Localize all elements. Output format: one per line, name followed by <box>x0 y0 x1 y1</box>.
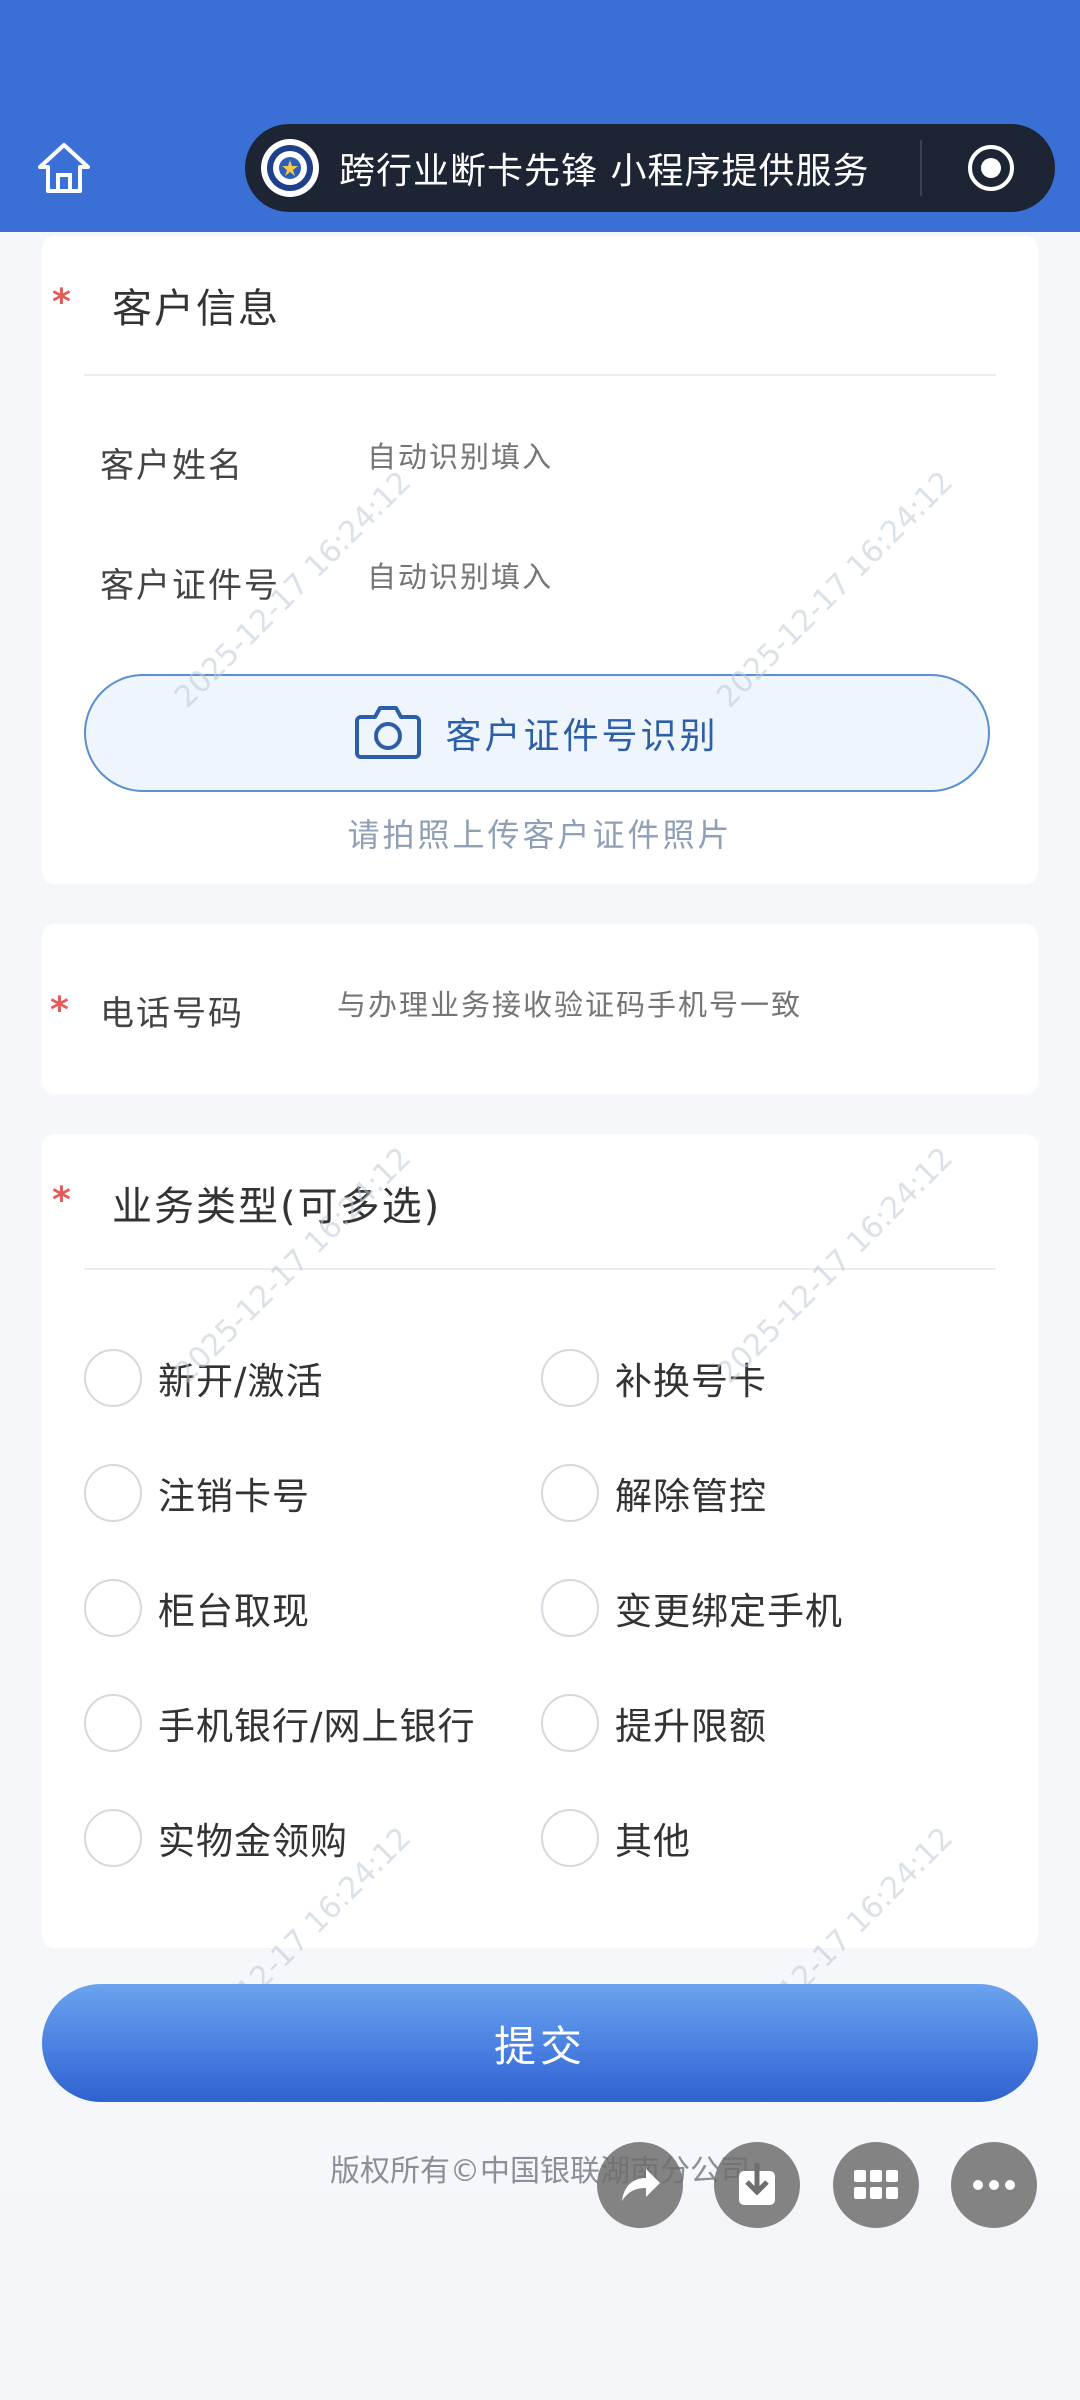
business-type-card: * 业务类型(可多选) 新开/激活 补换号卡 注销卡号 解除管控 柜台取现 变更… <box>42 1134 1038 1948</box>
section-title-customer-info: 客户信息 <box>112 286 280 332</box>
divider <box>84 1268 996 1270</box>
checkbox[interactable] <box>84 1579 142 1637</box>
customer-name-input[interactable] <box>367 442 967 475</box>
option-label: 补换号卡 <box>615 1360 767 1403</box>
option-counter-withdraw[interactable]: 柜台取现 <box>84 1576 310 1640</box>
checkbox[interactable] <box>541 1579 599 1637</box>
id-recognition-label: 客户证件号识别 <box>445 716 719 757</box>
checkbox[interactable] <box>84 1464 142 1522</box>
required-mark: * <box>52 282 71 323</box>
grid-menu-icon[interactable] <box>833 2142 919 2228</box>
option-label: 柜台取现 <box>158 1590 310 1633</box>
id-recognition-button[interactable]: 客户证件号识别 <box>84 674 990 792</box>
option-label: 解除管控 <box>615 1475 767 1518</box>
checkbox[interactable] <box>541 1809 599 1867</box>
option-label: 手机银行/网上银行 <box>158 1705 476 1748</box>
option-mobile-online-banking[interactable]: 手机银行/网上银行 <box>84 1691 475 1755</box>
option-new-activate[interactable]: 新开/激活 <box>84 1346 323 1410</box>
app-header: 跨行业断卡先锋 小程序提供服务 <box>0 0 1080 232</box>
option-label: 其他 <box>615 1820 691 1863</box>
option-raise-limit[interactable]: 提升限额 <box>541 1691 767 1755</box>
checkbox[interactable] <box>541 1349 599 1407</box>
upload-hint: 请拍照上传客户证件照片 <box>347 816 733 854</box>
mini-program-name: 跨行业断卡先锋 小程序提供服务 <box>339 151 870 192</box>
required-mark: * <box>52 1180 71 1221</box>
camera-icon <box>355 703 422 763</box>
option-change-phone[interactable]: 变更绑定手机 <box>541 1576 843 1640</box>
capsule-divider <box>920 140 922 196</box>
checkbox[interactable] <box>84 1694 142 1752</box>
police-badge-logo <box>261 139 319 197</box>
checkbox[interactable] <box>541 1464 599 1522</box>
more-icon[interactable] <box>951 2142 1037 2228</box>
customer-id-label: 客户证件号 <box>100 566 280 606</box>
option-cancel-card[interactable]: 注销卡号 <box>84 1461 310 1525</box>
option-replace-card[interactable]: 补换号卡 <box>541 1346 767 1410</box>
phone-input[interactable] <box>337 990 1017 1023</box>
required-mark: * <box>50 990 69 1031</box>
bottom-area <box>0 2192 1080 2400</box>
download-icon[interactable] <box>714 2142 800 2228</box>
option-label: 实物金领购 <box>158 1820 348 1863</box>
checkbox[interactable] <box>84 1349 142 1407</box>
share-icon[interactable] <box>597 2142 683 2228</box>
close-target-icon[interactable] <box>963 140 1019 196</box>
option-lift-control[interactable]: 解除管控 <box>541 1461 767 1525</box>
checkbox[interactable] <box>84 1809 142 1867</box>
divider <box>84 374 996 376</box>
home-icon[interactable] <box>30 136 98 200</box>
section-title-business-type: 业务类型(可多选) <box>112 1184 442 1230</box>
phone-card: * 电话号码 <box>42 924 1038 1094</box>
customer-info-card: * 客户信息 客户姓名 客户证件号 客户证件号识别 请拍照上传客户证件照片 <box>42 236 1038 884</box>
customer-name-label: 客户姓名 <box>100 446 244 486</box>
mini-program-capsule[interactable]: 跨行业断卡先锋 小程序提供服务 <box>245 124 1055 212</box>
option-label: 新开/激活 <box>158 1360 324 1403</box>
customer-id-input[interactable] <box>367 562 967 595</box>
option-label: 注销卡号 <box>158 1475 310 1518</box>
option-label: 变更绑定手机 <box>615 1590 843 1633</box>
checkbox[interactable] <box>541 1694 599 1752</box>
submit-button[interactable]: 提交 <box>42 1984 1038 2102</box>
option-other[interactable]: 其他 <box>541 1806 691 1870</box>
option-label: 提升限额 <box>615 1705 767 1748</box>
option-physical-gold[interactable]: 实物金领购 <box>84 1806 348 1870</box>
phone-label: 电话号码 <box>100 994 244 1034</box>
